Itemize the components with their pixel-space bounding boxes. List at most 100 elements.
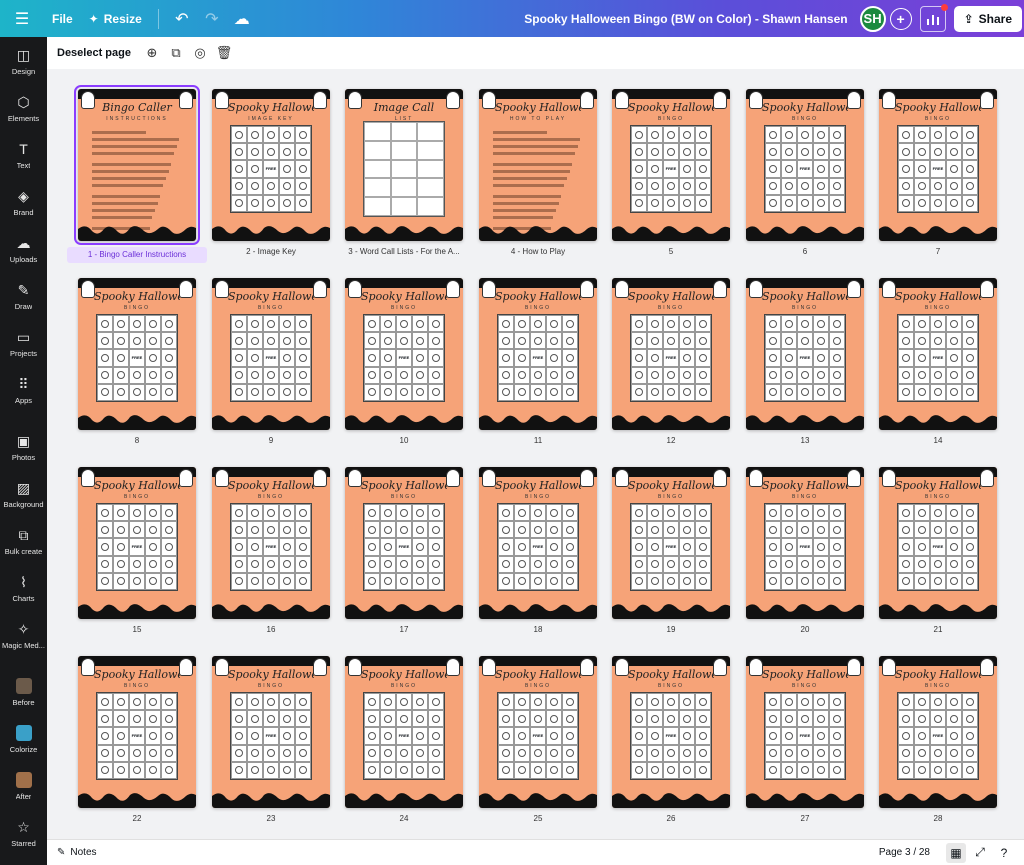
page-thumbnail[interactable]: Spooky Halloween BINGO FREE	[879, 278, 997, 430]
sidebar-item-text[interactable]: T Text	[0, 131, 47, 178]
duplicate-page-button[interactable]: ⧉	[165, 42, 187, 64]
sidebar-item-brand[interactable]: ◈ Brand	[0, 178, 47, 225]
file-menu-button[interactable]: File	[44, 5, 81, 33]
page-label[interactable]: 19	[601, 625, 741, 634]
page-thumbnail[interactable]: Spooky Halloween BINGO FREE	[78, 278, 196, 430]
sidebar-item-charts[interactable]: ⌇ Charts	[0, 564, 47, 611]
pen-icon: ✎	[17, 281, 30, 298]
page-label[interactable]: 8	[67, 436, 207, 445]
page-label[interactable]: 15	[67, 625, 207, 634]
hide-page-button[interactable]: ◎	[189, 42, 211, 64]
page-thumbnail[interactable]: Spooky Halloween BINGO FREE	[345, 467, 463, 619]
page-label[interactable]: 28	[868, 814, 1008, 823]
page-label[interactable]: 23	[201, 814, 341, 823]
page-label[interactable]: 11	[468, 436, 608, 445]
page-thumbnail[interactable]: Spooky Halloween BINGO FREE	[879, 656, 997, 808]
sidebar-item-before[interactable]: Before	[0, 668, 47, 715]
page-label[interactable]: 16	[201, 625, 341, 634]
undo-icon: ↶	[175, 10, 189, 28]
page-thumbnail[interactable]: Spooky Halloween BINGO FREE	[212, 467, 330, 619]
page-thumbnail[interactable]: Spooky Halloween BINGO FREE	[879, 89, 997, 241]
deselect-page-button[interactable]: Deselect page	[57, 47, 131, 59]
sidebar-item-elements[interactable]: ⬡ Elements	[0, 84, 47, 131]
sidebar-item-projects[interactable]: ▭ Projects	[0, 319, 47, 366]
page-thumbnail[interactable]: Spooky Halloween HOW TO PLAY	[479, 89, 597, 241]
sidebar-item-colorize[interactable]: Colorize	[0, 715, 47, 762]
page-thumbnail[interactable]: Bingo Caller INSTRUCTIONS	[74, 85, 200, 245]
page-thumbnail[interactable]: Spooky Halloween BINGO FREE	[612, 656, 730, 808]
page-thumbnail[interactable]: Spooky Halloween BINGO FREE	[345, 278, 463, 430]
page-thumbnail[interactable]: Spooky Halloween IMAGE KEY FREE	[212, 89, 330, 241]
page-label[interactable]: 6	[735, 247, 875, 256]
resize-button[interactable]: ✦ Resize	[81, 5, 150, 33]
page-thumbnail[interactable]: Spooky Halloween BINGO FREE	[612, 278, 730, 430]
page-thumbnail[interactable]: Spooky Halloween BINGO FREE	[746, 656, 864, 808]
user-avatar[interactable]: SH	[859, 5, 886, 32]
page-label[interactable]: 3 - Word Call Lists - For the A...	[334, 247, 474, 256]
page-label[interactable]: 26	[601, 814, 741, 823]
ghost-icon	[446, 91, 460, 109]
redo-button[interactable]: ↷	[197, 5, 227, 33]
sidebar-item-photos[interactable]: ▣ Photos	[0, 423, 47, 470]
sidebar-item-magic-med[interactable]: ✧ Magic Med...	[0, 611, 47, 658]
document-title[interactable]: Spooky Halloween Bingo (BW on Color) - S…	[524, 12, 847, 26]
page-thumbnail[interactable]: Spooky Halloween BINGO FREE	[212, 278, 330, 430]
page-label[interactable]: 17	[334, 625, 474, 634]
word-list-table	[363, 121, 445, 217]
page-label[interactable]: 18	[468, 625, 608, 634]
sidebar-item-uploads[interactable]: ☁ Uploads	[0, 225, 47, 272]
page-thumbnail[interactable]: Spooky Halloween BINGO FREE	[746, 278, 864, 430]
page-label[interactable]: 1 - Bingo Caller Instructions	[67, 247, 207, 263]
cloud-check-icon: ☁	[233, 10, 250, 28]
page-label[interactable]: 2 - Image Key	[201, 247, 341, 256]
page-label[interactable]: 7	[868, 247, 1008, 256]
add-page-button[interactable]: ⊕	[141, 42, 163, 64]
sidebar-item-starred[interactable]: ☆ Starred	[0, 809, 47, 856]
page-label[interactable]: 20	[735, 625, 875, 634]
sidebar-item-after[interactable]: After	[0, 762, 47, 809]
bingo-grid: FREE	[764, 125, 846, 213]
page-thumbnail[interactable]: Spooky Halloween BINGO FREE	[746, 467, 864, 619]
page-label[interactable]: 22	[67, 814, 207, 823]
page-thumbnail[interactable]: Spooky Halloween BINGO FREE	[479, 278, 597, 430]
main-menu-button[interactable]: ☰	[0, 5, 44, 33]
delete-page-button[interactable]: 🗑	[213, 42, 235, 64]
page-thumbnail[interactable]: Spooky Halloween BINGO FREE	[345, 656, 463, 808]
undo-button[interactable]: ↶	[167, 5, 197, 33]
page-thumbnail[interactable]: Spooky Halloween BINGO FREE	[612, 89, 730, 241]
sidebar-item-background[interactable]: ▨ Background	[0, 470, 47, 517]
insights-button[interactable]	[919, 3, 948, 32]
page-indicator[interactable]: Page 3 / 28	[879, 847, 930, 858]
page-thumbnail[interactable]: Spooky Halloween BINGO FREE	[479, 656, 597, 808]
page-label[interactable]: 9	[201, 436, 341, 445]
page-thumbnail[interactable]: Spooky Halloween BINGO FREE	[78, 467, 196, 619]
page-thumbnail[interactable]: Spooky Halloween BINGO FREE	[879, 467, 997, 619]
page-label[interactable]: 27	[735, 814, 875, 823]
page-thumbnail[interactable]: Spooky Halloween BINGO FREE	[612, 467, 730, 619]
grid-view-button[interactable]: ▦	[946, 842, 966, 863]
fullscreen-button[interactable]: ⤢	[970, 843, 990, 863]
page-label[interactable]: 12	[601, 436, 741, 445]
sidebar-item-bulk-create[interactable]: ⧉ Bulk create	[0, 517, 47, 564]
page-label[interactable]: 13	[735, 436, 875, 445]
page-thumbnail[interactable]: Spooky Halloween BINGO FREE	[746, 89, 864, 241]
invite-button[interactable]: +	[889, 7, 912, 30]
page-label[interactable]: 10	[334, 436, 474, 445]
page-thumbnail[interactable]: Spooky Halloween BINGO FREE	[479, 467, 597, 619]
page-thumbnail[interactable]: Spooky Halloween BINGO FREE	[212, 656, 330, 808]
page-label[interactable]: 24	[334, 814, 474, 823]
page-label[interactable]: 4 - How to Play	[468, 247, 608, 256]
page-thumbnail[interactable]: Spooky Halloween BINGO FREE	[78, 656, 196, 808]
page-label[interactable]: 21	[868, 625, 1008, 634]
sidebar-item-apps[interactable]: ⠿ Apps	[0, 366, 47, 413]
sidebar-item-draw[interactable]: ✎ Draw	[0, 272, 47, 319]
page-label[interactable]: 5	[601, 247, 741, 256]
page-label[interactable]: 14	[868, 436, 1008, 445]
sidebar-item-design[interactable]: ◫ Design	[0, 37, 47, 84]
help-button[interactable]: ?	[994, 843, 1014, 863]
page-label[interactable]: 25	[468, 814, 608, 823]
share-button[interactable]: ⇪ Share	[953, 5, 1022, 32]
notes-button[interactable]: ✎ Notes	[57, 847, 97, 858]
save-status-button[interactable]: ☁	[227, 5, 257, 33]
page-thumbnail[interactable]: Image Call LIST	[345, 89, 463, 241]
